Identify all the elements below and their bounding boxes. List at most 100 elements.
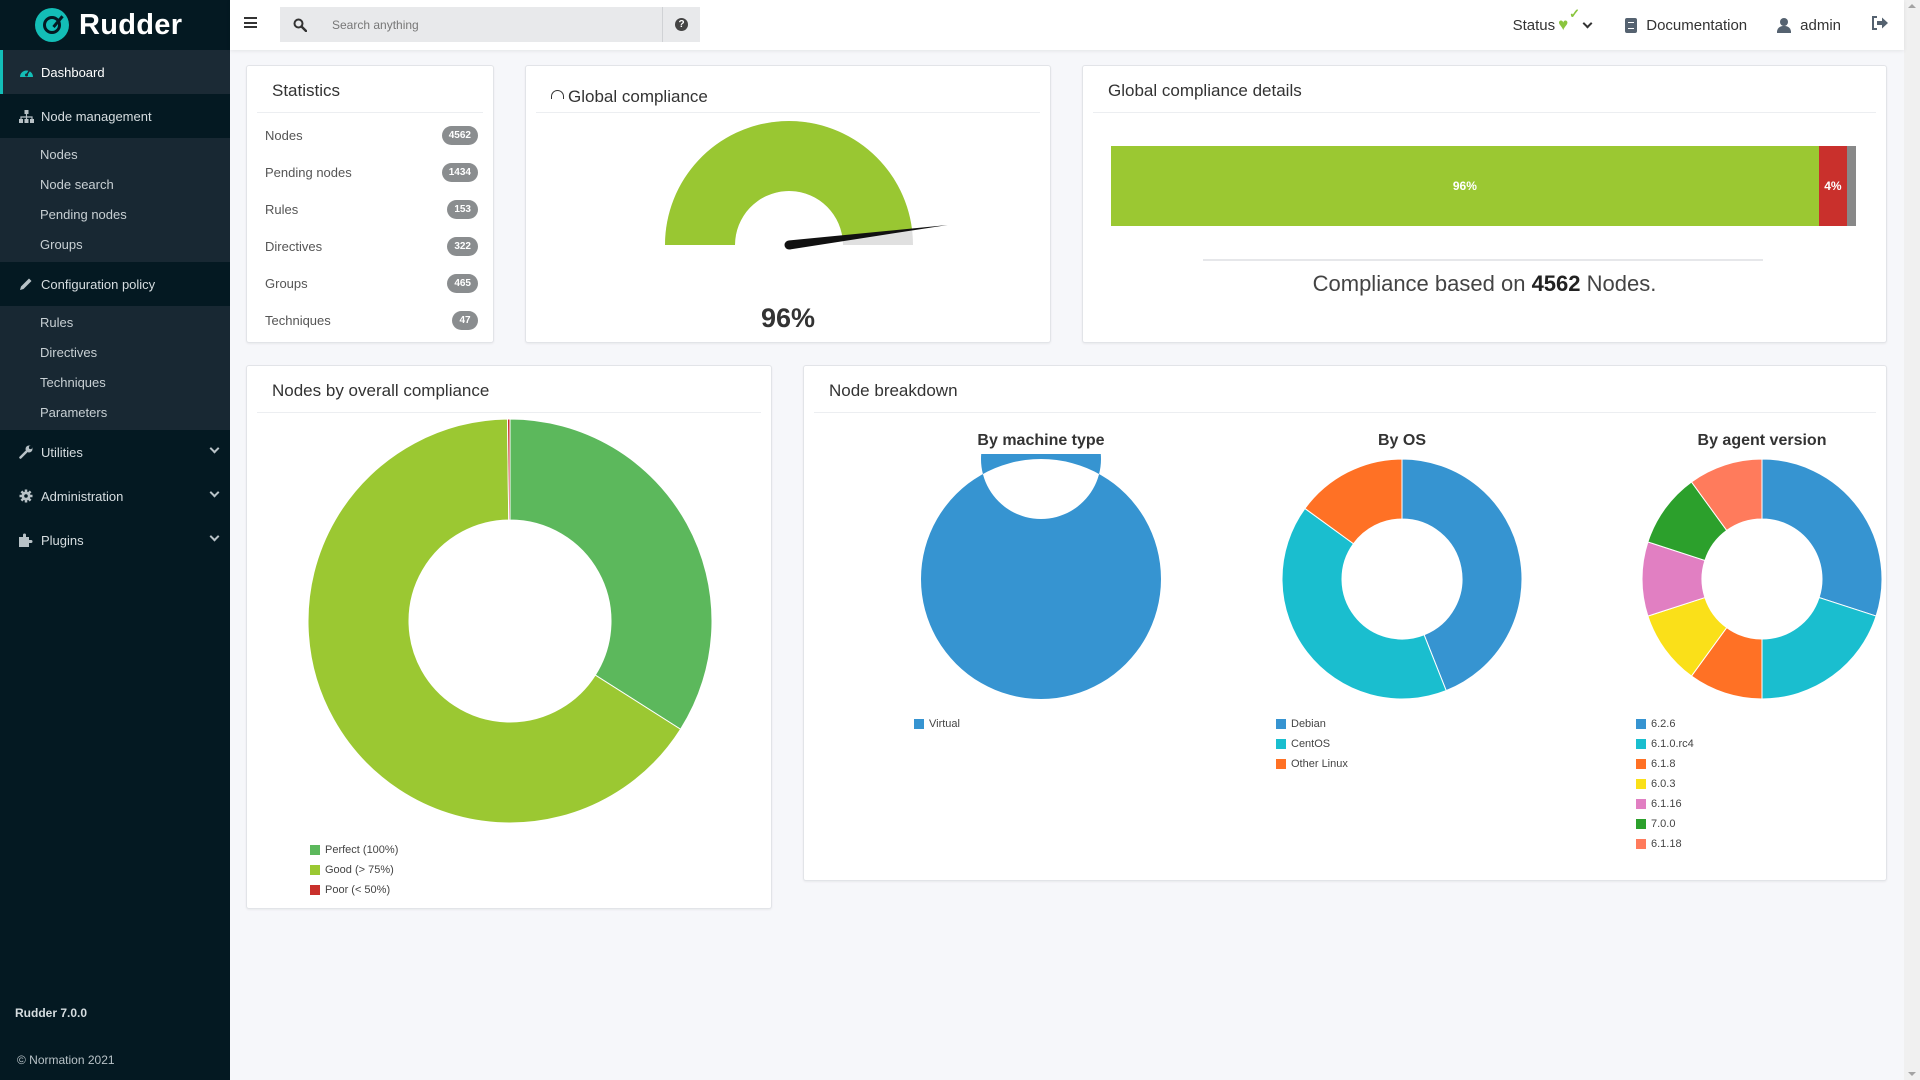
global-compliance-card: Global compliance 96% bbox=[525, 65, 1051, 343]
legend-item-perfect-100[interactable]: Perfect (100%) bbox=[310, 840, 398, 860]
legend-label: 6.1.0.rc4 bbox=[1651, 738, 1694, 750]
slice-6-2-6[interactable] bbox=[1761, 458, 1883, 617]
bar-label: 96% bbox=[1452, 179, 1477, 193]
status-dropdown[interactable]: Status ♥ ✓ bbox=[1513, 6, 1593, 35]
legend-label: Other Linux bbox=[1291, 758, 1348, 770]
legend-item-6-0-3[interactable]: 6.0.3 bbox=[1636, 774, 1694, 794]
sidebar-item-label: Node management bbox=[41, 108, 152, 124]
legend-swatch bbox=[914, 719, 924, 729]
scroll-down-arrow-icon[interactable] bbox=[1908, 1072, 1916, 1076]
wrench-icon bbox=[18, 444, 34, 460]
legend-swatch bbox=[1636, 759, 1646, 769]
sign-out-icon[interactable] bbox=[1871, 15, 1889, 35]
legend-label: Poor (< 50%) bbox=[325, 884, 391, 896]
sidebar-item-administration[interactable]: Administration bbox=[0, 474, 230, 518]
legend-swatch bbox=[1276, 759, 1286, 769]
statistics-card: Statistics Nodes 4562 Pending nodes 1434 R… bbox=[246, 65, 494, 343]
sidebar-item-dashboard[interactable]: Dashboard bbox=[0, 50, 230, 94]
compliance-bar: 96% 4% bbox=[1111, 146, 1856, 226]
stat-row-nodes[interactable]: Nodes 4562 bbox=[247, 117, 493, 154]
slice-perfect-100[interactable] bbox=[509, 418, 713, 730]
scroll-up-arrow-icon[interactable] bbox=[1908, 4, 1916, 8]
stat-label: Nodes bbox=[265, 128, 303, 143]
legend-label: Virtual bbox=[929, 718, 960, 730]
brand-logo[interactable]: Rudder bbox=[0, 0, 230, 50]
count-badge: 4562 bbox=[441, 126, 478, 145]
legend-item-6-1-16[interactable]: 6.1.16 bbox=[1636, 794, 1694, 814]
page-scrollbar[interactable] bbox=[1904, 0, 1920, 1080]
sidebar-item-configuration-policy[interactable]: Configuration policy bbox=[0, 262, 230, 306]
legend-item-virtual[interactable]: Virtual bbox=[914, 714, 960, 734]
copyright: © Normation 2021 bbox=[17, 1053, 115, 1067]
stat-row-rules[interactable]: Rules 153 bbox=[247, 191, 493, 228]
nodes-by-compliance-card: Nodes by overall compliance Perfect (100… bbox=[246, 365, 772, 909]
legend-item-poor-50[interactable]: Poor (< 50%) bbox=[310, 880, 398, 900]
slice-centos[interactable] bbox=[1281, 507, 1447, 700]
stat-label: Rules bbox=[265, 202, 299, 217]
compliance-details-card: Global compliance details 96% 4% Complia… bbox=[1082, 65, 1887, 343]
search-help-button[interactable]: ? bbox=[662, 7, 700, 42]
sidebar-item-utilities[interactable]: Utilities bbox=[0, 430, 230, 474]
compliance-percentage: 96% bbox=[760, 303, 816, 333]
stat-label: Techniques bbox=[265, 313, 331, 328]
legend-item-other-linux[interactable]: Other Linux bbox=[1276, 754, 1348, 774]
compliance-donut-chart bbox=[307, 418, 713, 824]
stat-row-techniques[interactable]: Techniques 47 bbox=[247, 302, 493, 339]
count-badge: 153 bbox=[447, 200, 478, 219]
bar-segment-error[interactable]: 4% bbox=[1818, 146, 1848, 226]
legend-item-6-1-0-rc4[interactable]: 6.1.0.rc4 bbox=[1636, 734, 1694, 754]
sidebar-item-directives[interactable]: Directives bbox=[0, 338, 230, 368]
documentation-link[interactable]: Documentation bbox=[1625, 17, 1747, 34]
gauge-hub bbox=[784, 240, 794, 250]
bar-segment-success[interactable]: 96% bbox=[1111, 146, 1819, 226]
sidebar-item-rules[interactable]: Rules bbox=[0, 308, 230, 338]
stat-row-pending-nodes[interactable]: Pending nodes 1434 bbox=[247, 154, 493, 191]
search-input[interactable] bbox=[320, 17, 662, 32]
sidebar-item-node-management[interactable]: Node management bbox=[0, 94, 230, 138]
sidebar-item-techniques[interactable]: Techniques bbox=[0, 368, 230, 398]
legend-swatch bbox=[1636, 799, 1646, 809]
chart-legend: 6.2.6 6.1.0.rc4 6.1.8 6.0.3 6.1.16 7.0.0 6.1.1… bbox=[1636, 714, 1694, 854]
sidebar-item-plugins[interactable]: Plugins bbox=[0, 518, 230, 562]
chevron-down-icon bbox=[209, 531, 220, 542]
legend-swatch bbox=[1276, 739, 1286, 749]
legend-swatch bbox=[1636, 839, 1646, 849]
card-title: Global compliance bbox=[526, 66, 1050, 112]
legend-item-centos[interactable]: CentOS bbox=[1276, 734, 1348, 754]
chart-legend: Virtual bbox=[914, 714, 960, 734]
legend-swatch bbox=[310, 845, 320, 855]
user-menu[interactable]: admin bbox=[1777, 17, 1841, 34]
topbar: ? Status ♥✓ Documentation admin bbox=[230, 0, 1904, 50]
sidebar-item-groups[interactable]: Groups bbox=[0, 230, 230, 260]
legend-swatch bbox=[310, 885, 320, 895]
sidebar-item-pending-nodes[interactable]: Pending nodes bbox=[0, 200, 230, 230]
sidebar-item-node-search[interactable]: Node search bbox=[0, 170, 230, 200]
sidebar-item-nodes[interactable]: Nodes bbox=[0, 140, 230, 170]
node-management-submenu: Nodes Node search Pending nodes Groups bbox=[0, 138, 230, 262]
hamburger-icon[interactable] bbox=[244, 17, 257, 28]
legend-swatch bbox=[1636, 819, 1646, 829]
chevron-down-icon bbox=[209, 487, 220, 498]
legend-item-6-1-8[interactable]: 6.1.8 bbox=[1636, 754, 1694, 774]
legend-label: Perfect (100%) bbox=[325, 844, 399, 856]
legend-swatch bbox=[1636, 719, 1646, 729]
slice-6-1-0-rc4[interactable] bbox=[1761, 596, 1877, 700]
legend-label: 7.0.0 bbox=[1651, 818, 1676, 830]
sidebar-item-parameters[interactable]: Parameters bbox=[0, 398, 230, 428]
chart-title: By agent version bbox=[1697, 432, 1827, 449]
legend-item-7-0-0[interactable]: 7.0.0 bbox=[1636, 814, 1694, 834]
stat-row-groups[interactable]: Groups 465 bbox=[247, 265, 493, 302]
legend-item-6-2-6[interactable]: 6.2.6 bbox=[1636, 714, 1694, 734]
legend-item-6-1-18[interactable]: 6.1.18 bbox=[1636, 834, 1694, 854]
legend-item-debian[interactable]: Debian bbox=[1276, 714, 1348, 734]
legend-swatch bbox=[1636, 739, 1646, 749]
user-label: admin bbox=[1800, 16, 1841, 34]
card-title: Global compliance details bbox=[1108, 81, 1302, 100]
documentation-label: Documentation bbox=[1646, 16, 1748, 34]
stat-label: Groups bbox=[265, 276, 308, 291]
stat-row-directives[interactable]: Directives 322 bbox=[247, 228, 493, 265]
legend-item-good-75[interactable]: Good (> 75%) bbox=[310, 860, 398, 880]
bar-segment-unknown[interactable] bbox=[1847, 146, 1856, 226]
gauge-icon bbox=[551, 90, 564, 99]
slice-virtual[interactable] bbox=[921, 454, 1161, 699]
